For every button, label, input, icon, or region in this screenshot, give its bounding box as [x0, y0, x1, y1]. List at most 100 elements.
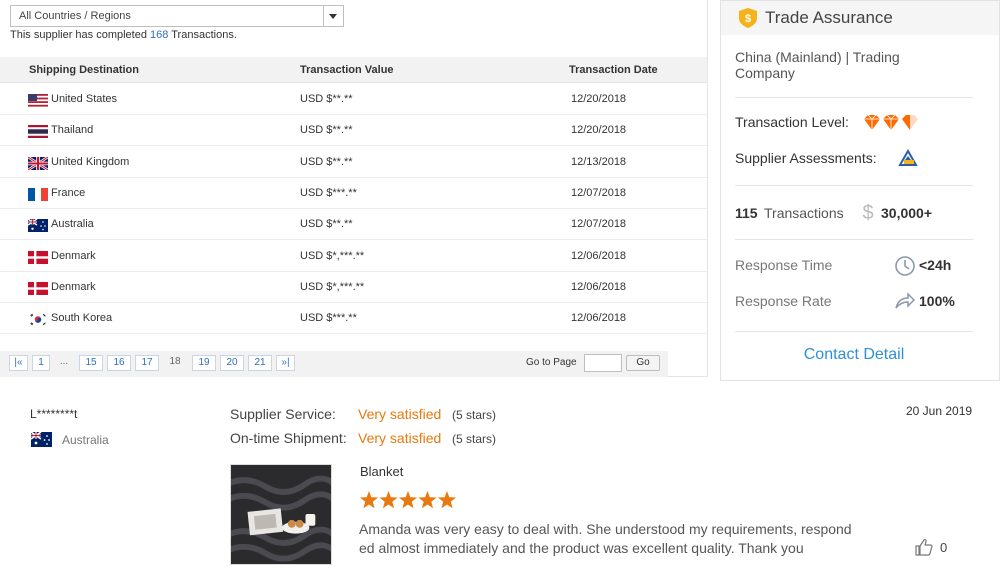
- go-button[interactable]: Go: [626, 355, 660, 371]
- product-thumbnail[interactable]: [230, 464, 332, 565]
- row-destination: United States: [51, 93, 118, 105]
- divider: [735, 185, 973, 186]
- row-date: 12/06/2018: [571, 249, 627, 262]
- table-row: United Kingdom USD $**.** 12/13/2018: [0, 146, 707, 178]
- supplier-service-stars: (5 stars): [452, 408, 497, 422]
- page-18-current: 18: [169, 356, 181, 367]
- transaction-amount: 30,000+: [881, 205, 932, 221]
- response-rate-label: Response Rate: [735, 293, 832, 309]
- divider: [735, 97, 973, 98]
- assessment-badge-icon[interactable]: [898, 148, 918, 168]
- page-19[interactable]: 19: [192, 355, 216, 371]
- dk-flag-icon: [28, 250, 48, 264]
- dollar-icon: $: [862, 202, 873, 224]
- reviewer-name: L********t: [30, 407, 78, 421]
- row-value: USD $**.**: [300, 218, 353, 231]
- header-destination: Shipping Destination: [29, 64, 139, 76]
- supplier-assessments-label: Supplier Assessments:: [735, 150, 877, 166]
- table-row: France USD $***.** 12/07/2018: [0, 177, 707, 209]
- gb-flag-icon: [28, 156, 48, 170]
- row-value: USD $***.**: [300, 186, 357, 199]
- review-date: 20 Jun 2019: [906, 404, 973, 418]
- rating-star: [359, 491, 379, 509]
- last-page-icon[interactable]: »|: [276, 355, 295, 371]
- like-count: 0: [940, 540, 948, 555]
- response-time-label: Response Time: [735, 257, 833, 273]
- goto-label: Go to Page: [526, 357, 577, 368]
- svg-text:$: $: [862, 202, 873, 224]
- region-select[interactable]: All Countries / Regions: [10, 5, 344, 27]
- rating-star: [437, 491, 457, 509]
- transaction-level-label: Transaction Level:: [735, 114, 849, 130]
- rating-stars: [359, 491, 457, 509]
- row-destination: Australia: [51, 218, 94, 231]
- th-flag-icon: [28, 125, 48, 139]
- page-15[interactable]: 15: [79, 355, 103, 371]
- supplier-service-value: Very satisfied: [358, 406, 442, 422]
- product-name[interactable]: Blanket: [360, 464, 403, 479]
- page-21[interactable]: 21: [248, 355, 272, 371]
- row-destination: South Korea: [51, 312, 113, 325]
- shipment-label: On-time Shipment:: [230, 430, 347, 446]
- page-17[interactable]: 17: [135, 355, 159, 371]
- transactions-summary: This supplier has completed 168 Transact…: [10, 29, 237, 41]
- shipment-stars: (5 stars): [452, 432, 497, 446]
- table-header: Shipping Destination Transaction Value T…: [0, 57, 707, 83]
- reply-arrow-icon: [895, 292, 916, 309]
- transactions-label: Transactions: [764, 205, 844, 221]
- fr-flag-icon: [28, 187, 48, 201]
- page-1[interactable]: 1: [32, 355, 50, 371]
- dk-flag-icon: [28, 281, 48, 295]
- header-date: Transaction Date: [569, 64, 658, 76]
- row-date: 12/06/2018: [571, 312, 627, 325]
- transactions-panel: All Countries / Regions This supplier ha…: [0, 0, 708, 377]
- table-row: Thailand USD $**.** 12/20/2018: [0, 114, 707, 147]
- company-type: China (Mainland) | Trading Company: [735, 49, 900, 81]
- rating-star: [398, 491, 418, 509]
- header-value: Transaction Value: [300, 64, 394, 76]
- row-destination: Thailand: [51, 124, 94, 137]
- chevron-down-icon[interactable]: [323, 6, 343, 26]
- table-row: Denmark USD $*,***.** 12/06/2018: [0, 240, 707, 272]
- goto-page-input[interactable]: [584, 354, 622, 372]
- trade-assurance-shield-icon: $: [739, 8, 757, 28]
- thumbs-up-icon[interactable]: [915, 538, 933, 556]
- review-text: Amanda was very easy to deal with. She u…: [359, 521, 852, 556]
- first-page-icon[interactable]: |«: [9, 355, 28, 371]
- page-16[interactable]: 16: [107, 355, 131, 371]
- trade-assurance-header: $ Trade Assurance: [721, 1, 999, 35]
- au-flag-icon: [28, 219, 48, 233]
- response-time-value: <24h: [919, 257, 952, 273]
- rating-star: [418, 491, 437, 509]
- table-row: South Korea USD $***.** 12/06/2018: [0, 302, 707, 335]
- rating-star: [379, 491, 398, 509]
- row-destination: Denmark: [51, 249, 96, 262]
- row-destination: United Kingdom: [51, 155, 130, 168]
- supplier-service-label: Supplier Service:: [230, 406, 336, 422]
- transactions-number: 115: [735, 205, 758, 221]
- row-value: USD $***.**: [300, 312, 357, 325]
- table-row: United States USD $**.** 12/20/2018: [0, 83, 707, 115]
- kr-flag-icon: [28, 313, 48, 327]
- row-value: USD $*,***.**: [300, 280, 365, 293]
- row-date: 12/20/2018: [571, 124, 627, 137]
- trade-assurance-title: Trade Assurance: [765, 8, 893, 27]
- reviewer-country: Australia: [62, 433, 109, 447]
- page-20[interactable]: 20: [220, 355, 244, 371]
- contact-detail-link[interactable]: Contact Detail: [721, 346, 987, 364]
- us-flag-icon: [28, 94, 48, 107]
- row-destination: Denmark: [51, 280, 96, 293]
- transaction-level-diamond-icon[interactable]: [862, 114, 922, 132]
- pagination: |« 1 ... 15 16 17 18 19 20 21 »| Go to P…: [0, 351, 668, 377]
- divider: [735, 331, 973, 332]
- australia-flag-icon: [31, 432, 52, 447]
- row-value: USD $*,***.**: [300, 249, 365, 262]
- svg-text:$: $: [745, 13, 751, 25]
- transactions-count[interactable]: 168: [150, 29, 168, 41]
- trade-assurance-panel: $ Trade Assurance China (Mainland) | Tra…: [720, 0, 1000, 381]
- page-ellipsis: ...: [59, 356, 69, 367]
- row-date: 12/07/2018: [571, 186, 627, 199]
- row-destination: France: [51, 186, 86, 199]
- clock-icon: [895, 256, 915, 276]
- row-value: USD $**.**: [300, 124, 353, 137]
